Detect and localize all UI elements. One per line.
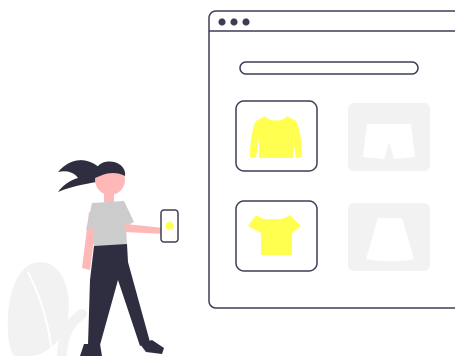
- browser-window: [208, 10, 455, 309]
- product-tile[interactable]: [235, 100, 318, 172]
- hair: [58, 160, 100, 192]
- dot-icon[interactable]: [230, 18, 238, 26]
- leaf-icon: [7, 262, 87, 356]
- woman-figure: [58, 160, 179, 356]
- illustration-canvas: [7, 10, 455, 356]
- dot-icon[interactable]: [218, 18, 226, 26]
- product-tile[interactable]: [235, 200, 318, 272]
- pants: [88, 244, 150, 346]
- product-tile[interactable]: [348, 203, 430, 271]
- product-tile[interactable]: [348, 103, 430, 171]
- shoe: [80, 344, 102, 356]
- dot-icon[interactable]: [242, 18, 250, 26]
- search-input[interactable]: [239, 61, 419, 75]
